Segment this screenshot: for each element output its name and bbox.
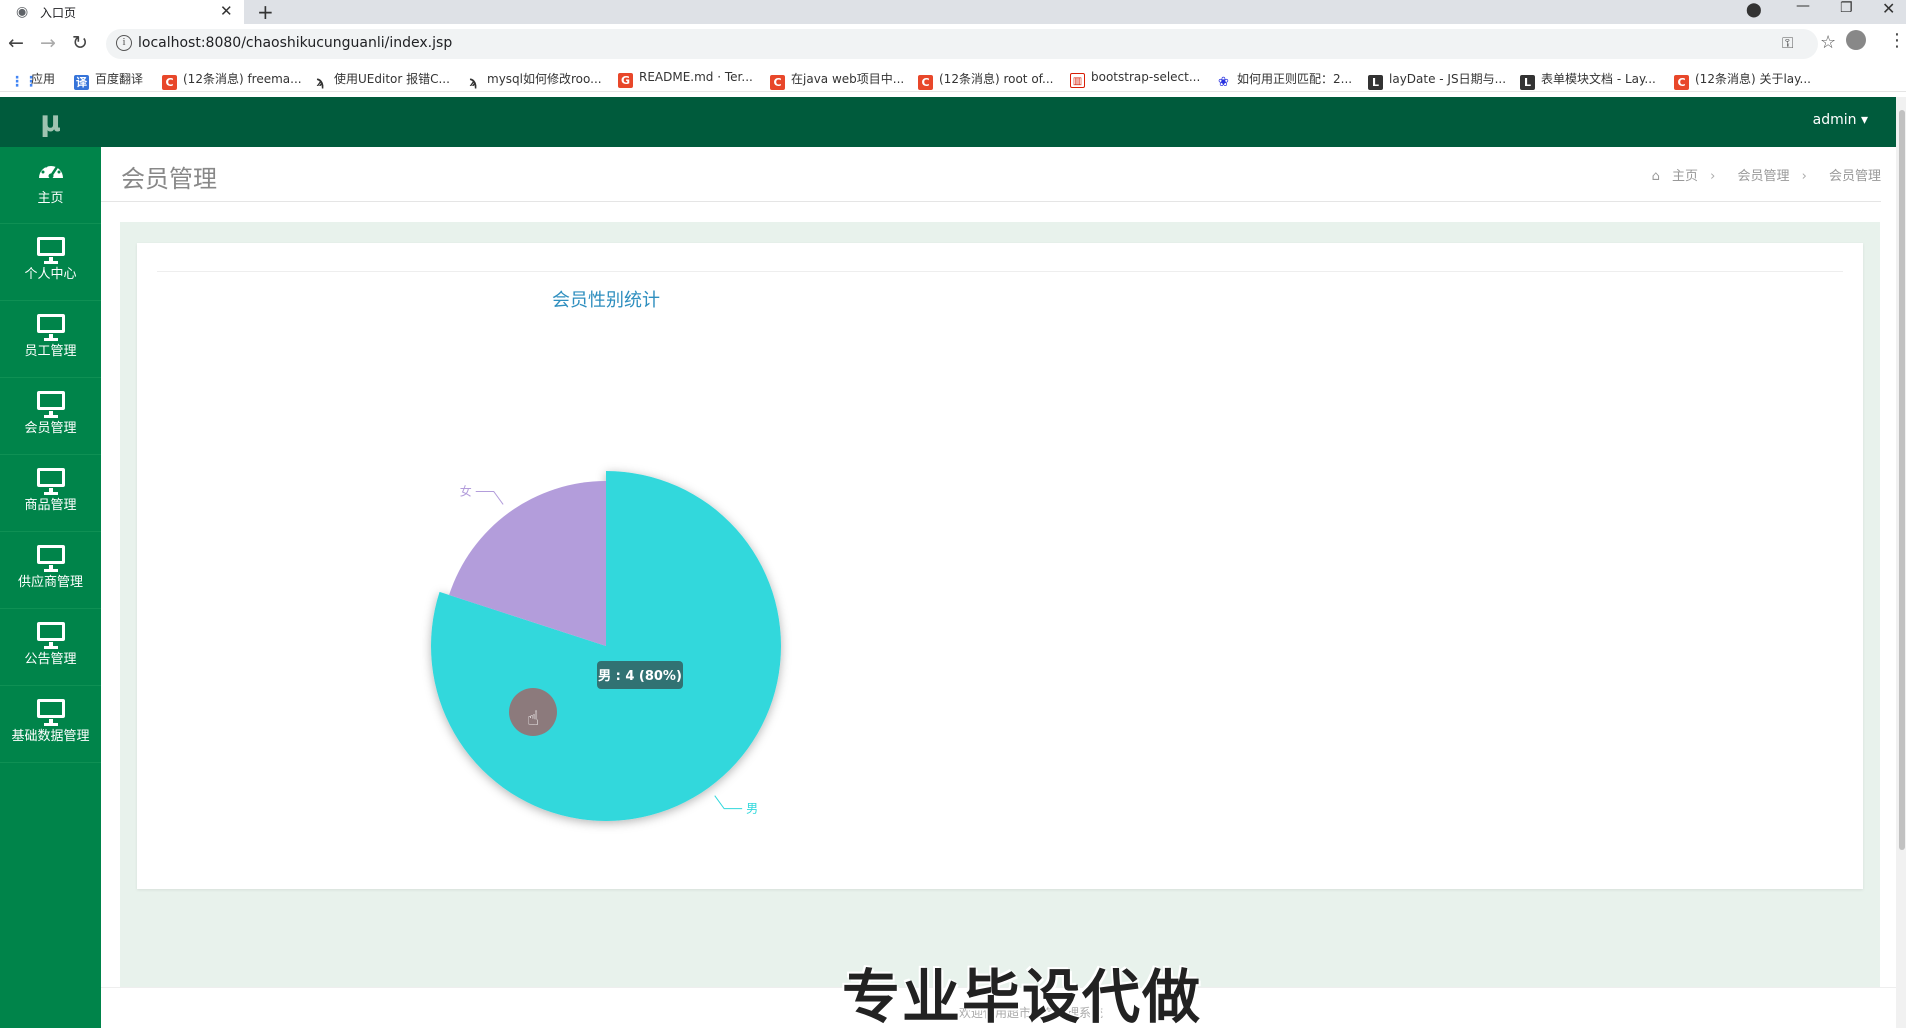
scrollbar-thumb[interactable] bbox=[1899, 110, 1905, 850]
pie-label-line bbox=[475, 490, 504, 505]
pie-label: 女 bbox=[460, 483, 472, 498]
pie-label: 男 bbox=[746, 802, 758, 816]
tooltip-text: 男 : 4 (80%) bbox=[598, 669, 682, 684]
hand-cursor-icon: ☝ bbox=[527, 706, 539, 730]
chart-tooltip: 男 : 4 (80%) bbox=[597, 661, 683, 689]
pie-label-line bbox=[714, 795, 743, 810]
chart-title: 会员性别统计 bbox=[552, 290, 660, 311]
gender-pie-chart: 会员性别统计男 女男 : 4 (80%) ☝ bbox=[430, 290, 782, 821]
watermark-text: 专业毕设代做 bbox=[842, 963, 1203, 1028]
